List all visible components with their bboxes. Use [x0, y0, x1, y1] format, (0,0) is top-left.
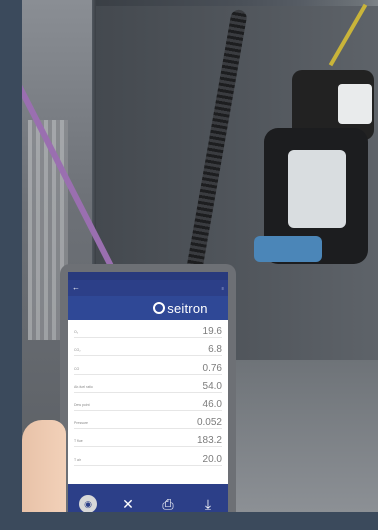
row-value: 20.0	[202, 453, 222, 465]
sensor-window	[338, 84, 372, 124]
list-item: CO₂ 6.8	[74, 338, 222, 357]
row-label: CO	[74, 366, 80, 371]
row-label: T air	[74, 457, 81, 462]
measurement-list: O₂ 19.6 CO₂ 6.8 CO 0.76 Air-fuel ratio 54.0 …	[68, 320, 228, 466]
frame-left	[0, 0, 22, 530]
camera-icon: ◉	[79, 495, 97, 513]
frame-bottom	[0, 512, 378, 530]
menu-icon[interactable]: ≡	[222, 286, 224, 291]
row-label: Dew point	[74, 402, 90, 407]
row-value: 0.052	[196, 417, 222, 429]
probe-connector	[254, 236, 322, 262]
printer-icon: ⎙	[162, 496, 174, 512]
row-value: 46.0	[202, 398, 222, 410]
status-bar	[68, 272, 228, 280]
brand-name: seitron	[167, 300, 208, 316]
row-value: 0.76	[202, 362, 222, 374]
row-value: 183.2	[196, 435, 222, 447]
print-button[interactable]: ⎙	[159, 495, 177, 513]
row-label: CO₂	[74, 348, 81, 353]
list-item: Air-fuel ratio 54.0	[74, 375, 222, 393]
back-arrow-icon[interactable]: ←	[72, 284, 80, 292]
row-label: T flue	[74, 439, 83, 444]
row-value: 54.0	[202, 380, 222, 392]
list-item: T air 20.0	[74, 447, 222, 466]
list-item: O₂ 19.6	[74, 320, 222, 339]
row-label: O₂	[74, 330, 79, 335]
list-item: T flue 183.2	[74, 429, 222, 448]
row-value: 6.8	[208, 344, 222, 356]
row-label: Air-fuel ratio	[74, 384, 93, 389]
row-value: 19.6	[202, 326, 222, 338]
close-button[interactable]: ✕	[119, 495, 137, 513]
row-label: Pressure	[74, 421, 89, 426]
floor-tiles	[230, 360, 378, 512]
list-item: Pressure 0.052	[74, 411, 222, 430]
download-button[interactable]: ⤓	[199, 495, 217, 513]
tablet-screen: ← ≡ seitron O₂ 19.6 CO₂ 6.8 CO 0.76 Air-fue…	[68, 272, 228, 524]
app-bar: ← ≡	[68, 280, 228, 296]
list-item: CO 0.76	[74, 356, 222, 375]
brand-logo: seitron	[133, 301, 228, 316]
brand-bar: seitron	[68, 296, 228, 320]
close-icon: ✕	[122, 496, 134, 512]
camera-button[interactable]: ◉	[79, 495, 97, 513]
probe-display	[288, 150, 346, 228]
photo-scene: ← ≡ seitron O₂ 19.6 CO₂ 6.8 CO 0.76 Air-fue…	[0, 0, 378, 530]
list-item: Dew point 46.0	[74, 393, 222, 411]
logo-mark-icon	[153, 302, 166, 314]
download-icon: ⤓	[204, 496, 212, 512]
